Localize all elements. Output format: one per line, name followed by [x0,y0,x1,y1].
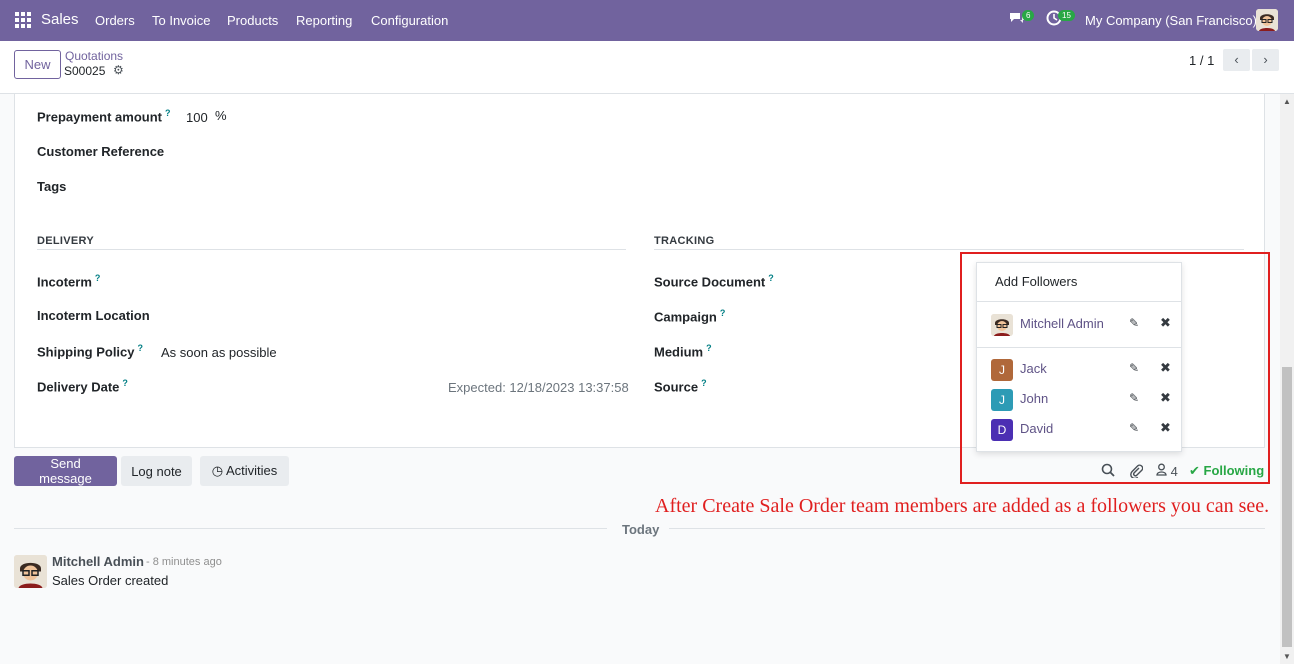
help-icon[interactable]: ? [122,378,128,388]
today-separator: Today [622,522,660,537]
breadcrumb-quotations[interactable]: Quotations [65,49,123,63]
help-icon[interactable]: ? [165,108,171,118]
prepayment-amount-label: Prepayment amount? [37,108,171,125]
clock-icon: ◷ [211,463,226,478]
apps-menu-icon[interactable] [15,12,31,28]
scroll-up-icon[interactable]: ▲ [1283,97,1291,106]
today-divider-left [14,528,607,529]
prepayment-amount-field[interactable]: 100 [186,110,208,125]
app-name[interactable]: Sales [41,11,79,28]
page-scrollbar[interactable]: ▲ ▼ [1280,94,1294,664]
help-icon[interactable]: ? [95,273,101,283]
help-icon[interactable]: ? [138,343,144,353]
record-name: S00025 [64,64,106,78]
send-message-button[interactable]: Send message [14,456,117,486]
incoterm-location-label: Incoterm Location [37,308,150,323]
control-panel: New Quotations S00025 ⚙ 1 / 1 ‹ › [0,41,1294,94]
pager-previous-button[interactable]: ‹ [1223,49,1250,71]
help-icon[interactable]: ? [720,308,726,318]
help-icon[interactable]: ? [706,343,712,353]
annotation-highlight-box [960,252,1270,484]
activities-button[interactable]: ◷ Activities [200,456,289,486]
gear-icon[interactable]: ⚙ [113,63,124,77]
campaign-label: Campaign? [654,308,726,325]
help-icon[interactable]: ? [768,273,774,283]
menu-reporting[interactable]: Reporting [296,13,352,28]
menu-to-invoice[interactable]: To Invoice [152,13,211,28]
menu-orders[interactable]: Orders [95,13,135,28]
delivery-section-title: DELIVERY [37,235,95,247]
tracking-section-title: TRACKING [654,235,715,247]
message-author[interactable]: Mitchell Admin [52,554,144,569]
top-navbar: Sales Orders To Invoice Products Reporti… [0,0,1294,41]
customer-reference-label: Customer Reference [37,144,165,159]
source-document-label: Source Document? [654,273,774,290]
pager-next-button[interactable]: › [1252,49,1279,71]
log-note-button[interactable]: Log note [121,456,192,486]
pager-value[interactable]: 1 / 1 [1189,53,1214,68]
activities-button-label: Activities [225,463,278,478]
incoterm-label: Incoterm? [37,273,101,290]
annotation-caption: After Create Sale Order team members are… [655,495,1270,517]
shipping-policy-label: Shipping Policy? [37,343,144,360]
message-author-avatar[interactable] [14,555,47,588]
medium-label: Medium? [654,343,712,360]
scrollbar-thumb[interactable] [1282,367,1292,647]
menu-configuration[interactable]: Configuration [371,13,448,28]
message-body: Sales Order created [52,573,169,588]
help-icon[interactable]: ? [701,378,707,388]
shipping-policy-field[interactable]: As soon as possible [161,345,277,360]
message-time: - 8 minutes ago [146,556,222,568]
messages-count-badge: 6 [1022,10,1035,21]
today-divider-right [669,528,1265,529]
prepayment-unit: % [215,108,227,123]
delivery-divider [37,249,626,250]
tracking-divider [654,249,1244,250]
delivery-expected-date: Expected: 12/18/2023 13:37:58 [448,380,629,395]
new-button[interactable]: New [14,50,61,79]
activities-count-badge: 15 [1058,10,1075,21]
company-switcher[interactable]: My Company (San Francisco) [1085,13,1257,28]
source-label: Source? [654,378,707,395]
menu-products[interactable]: Products [227,13,278,28]
scroll-down-icon[interactable]: ▼ [1283,652,1291,661]
user-avatar[interactable] [1256,9,1278,31]
tags-label: Tags [37,179,67,194]
delivery-date-label: Delivery Date? [37,378,128,395]
